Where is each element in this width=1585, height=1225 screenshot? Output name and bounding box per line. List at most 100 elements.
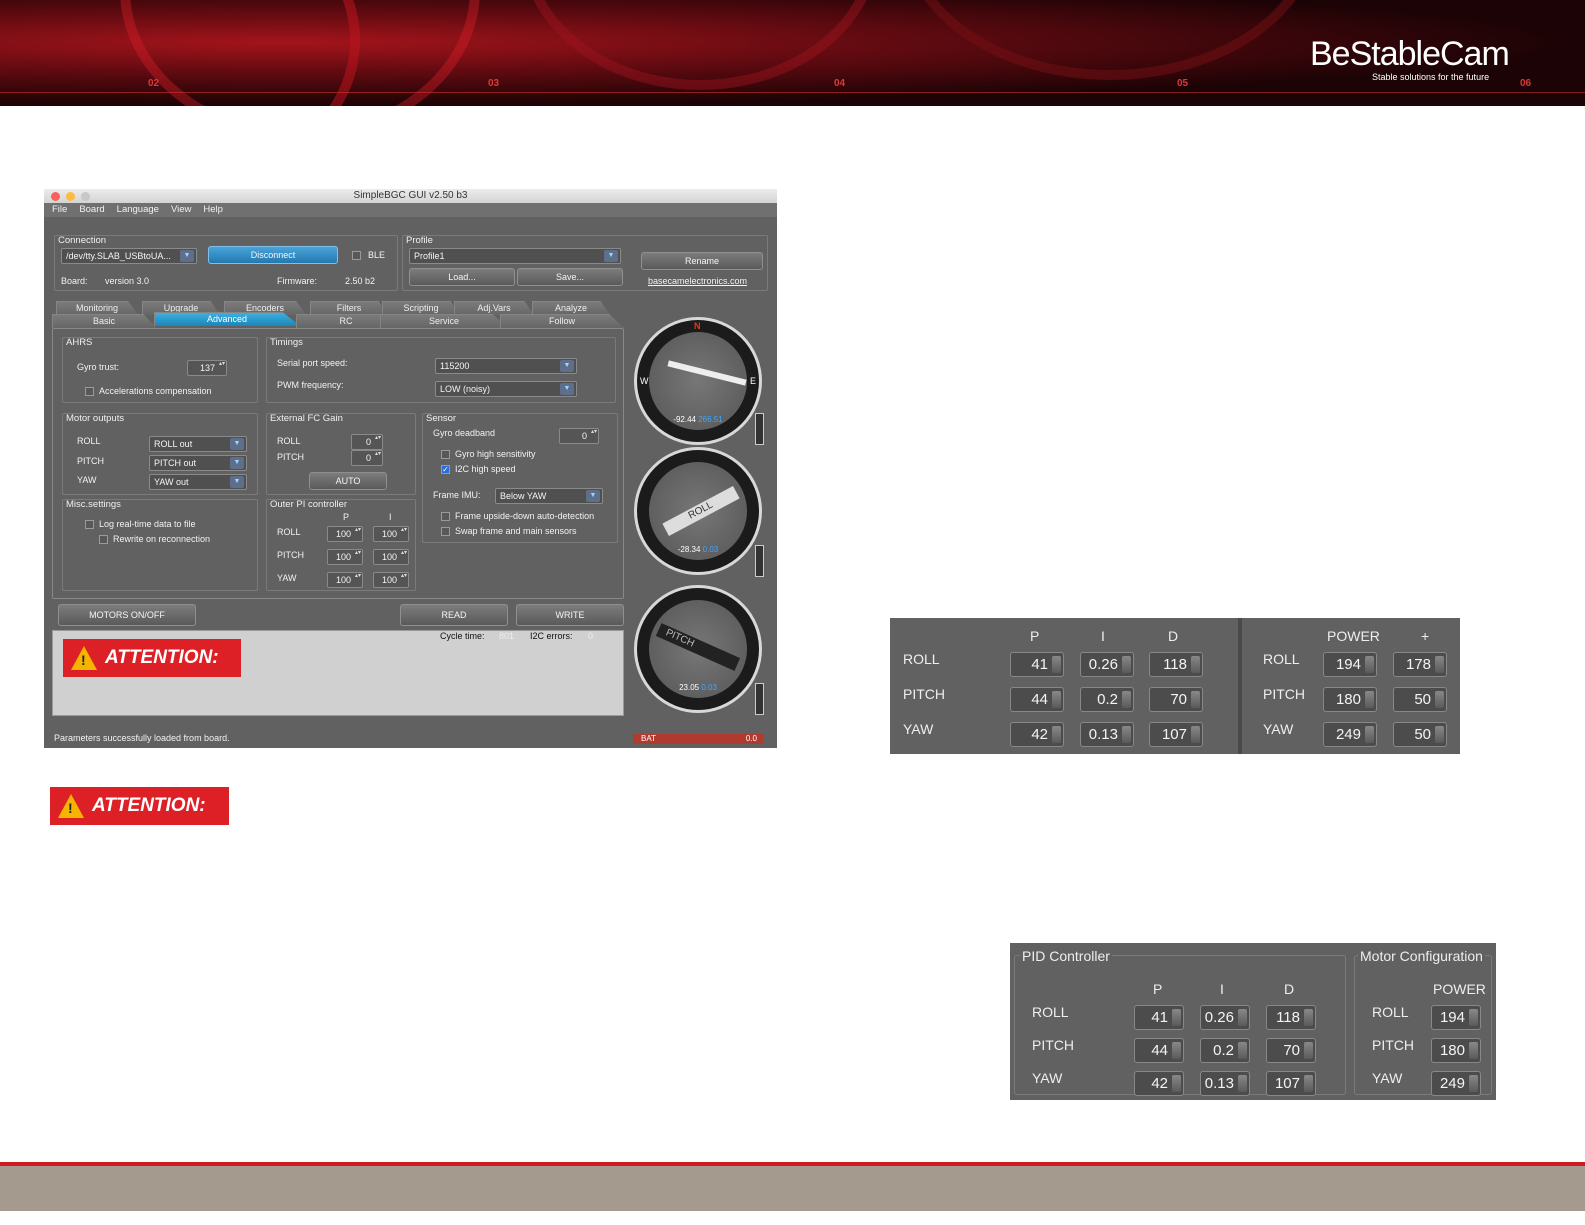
panel-pitch-i[interactable]: 0.2 [1200, 1038, 1250, 1063]
tab-analyze[interactable]: Analyze [532, 301, 610, 315]
simplebgc-window: SimpleBGC GUI v2.50 b3 File Board Langua… [44, 189, 777, 748]
yaw-out-select[interactable]: YAW out ▼ [149, 474, 247, 490]
yaw-angle: -92.44 [673, 415, 696, 424]
serial-speed-select[interactable]: 115200 ▼ [435, 358, 577, 374]
swap-label: Swap frame and main sensors [455, 526, 577, 536]
ext-fc-roll-input[interactable]: 0 [351, 434, 383, 450]
panel-pitch-d[interactable]: 70 [1266, 1038, 1316, 1063]
yaw-power-input[interactable]: 249 [1323, 722, 1377, 747]
menu-language[interactable]: Language [117, 203, 159, 217]
pwm-select[interactable]: LOW (noisy) ▼ [435, 381, 577, 397]
panel-pitch-power[interactable]: 180 [1431, 1038, 1481, 1063]
motors-on-off-button[interactable]: MOTORS ON/OFF [58, 604, 196, 626]
yaw-p-input[interactable]: 42 [1010, 722, 1064, 747]
pitch-p-input[interactable]: 44 [1010, 687, 1064, 712]
ble-checkbox[interactable] [352, 251, 361, 260]
panel-roll-p[interactable]: 41 [1134, 1005, 1184, 1030]
swap-checkbox[interactable] [441, 527, 450, 536]
yaw-d-input[interactable]: 107 [1149, 722, 1203, 747]
roll-p-input[interactable]: 41 [1010, 652, 1064, 677]
yaw-plus-input[interactable]: 50 [1393, 722, 1447, 747]
rewrite-checkbox[interactable] [99, 535, 108, 544]
deadband-input[interactable]: 0 [559, 428, 599, 444]
tab-basic[interactable]: Basic [52, 314, 156, 328]
close-icon[interactable] [51, 192, 60, 201]
ahrs-group: AHRS Gyro trust: 137 Accelerations compe… [62, 337, 258, 403]
misc-title: Misc.settings [66, 499, 121, 510]
tab-monitoring[interactable]: Monitoring [56, 301, 138, 315]
pitch-i-input[interactable]: 0.2 [1080, 687, 1134, 712]
panel-yaw-power[interactable]: 249 [1431, 1071, 1481, 1096]
save-button[interactable]: Save... [517, 268, 623, 286]
pitch-out-select[interactable]: PITCH out ▼ [149, 455, 247, 471]
timings-group: Timings Serial port speed: 115200 ▼ PWM f… [266, 337, 616, 403]
panel-roll-power[interactable]: 194 [1431, 1005, 1481, 1030]
roll-power-input[interactable]: 194 [1323, 652, 1377, 677]
panel-yaw-d[interactable]: 107 [1266, 1071, 1316, 1096]
tab-scripting[interactable]: Scripting [382, 301, 460, 315]
chevron-down-icon: ▼ [586, 490, 600, 502]
pitch-plus-input[interactable]: 50 [1393, 687, 1447, 712]
outer-yaw-i[interactable]: 100 [373, 572, 409, 588]
panel-roll-i[interactable]: 0.26 [1200, 1005, 1250, 1030]
gyro-high-checkbox[interactable] [441, 450, 450, 459]
log-checkbox[interactable] [85, 520, 94, 529]
roll-d-input[interactable]: 118 [1149, 652, 1203, 677]
outer-roll-p[interactable]: 100 [327, 526, 363, 542]
yaw-i-input[interactable]: 0.13 [1080, 722, 1134, 747]
gyro-trust-input[interactable]: 137 [187, 360, 227, 376]
port-select[interactable]: /dev/tty.SLAB_USBtoUA... ▼ [61, 248, 197, 264]
read-button[interactable]: READ [400, 604, 508, 626]
rename-button[interactable]: Rename [641, 252, 763, 270]
disconnect-button[interactable]: Disconnect [208, 246, 338, 264]
pitch-d-input[interactable]: 70 [1149, 687, 1203, 712]
roll-out-select[interactable]: ROLL out ▼ [149, 436, 247, 452]
i2c-high-checkbox[interactable]: ✓ [441, 465, 450, 474]
banner-marker: 04 [834, 78, 846, 89]
profile-select[interactable]: Profile1 ▼ [409, 248, 621, 264]
outer-pitch-i[interactable]: 100 [373, 549, 409, 565]
west-label: W [640, 376, 649, 386]
write-button[interactable]: WRITE [516, 604, 624, 626]
roll-plus-input[interactable]: 178 [1393, 652, 1447, 677]
minimize-icon[interactable] [66, 192, 75, 201]
load-button[interactable]: Load... [409, 268, 515, 286]
panel-yaw-i[interactable]: 0.13 [1200, 1071, 1250, 1096]
chevron-down-icon: ▼ [230, 476, 244, 488]
menu-board[interactable]: Board [79, 203, 104, 217]
roll-readout: -28.34 0.03 [637, 545, 759, 554]
acc-comp-checkbox[interactable] [85, 387, 94, 396]
menu-bar: File Board Language View Help [44, 203, 777, 217]
upside-label: Frame upside-down auto-detection [455, 511, 595, 521]
panel-yaw-p[interactable]: 42 [1134, 1071, 1184, 1096]
auto-button[interactable]: AUTO [309, 472, 387, 490]
frame-imu-select[interactable]: Below YAW ▼ [495, 488, 603, 504]
zoom-icon[interactable] [81, 192, 90, 201]
outer-pitch-p[interactable]: 100 [327, 549, 363, 565]
panel-yaw-label: YAW [1032, 1070, 1063, 1086]
outer-pi-group: Outer PI controller P I ROLL PITCH YAW 1… [266, 499, 416, 591]
panel-pitch-p[interactable]: 44 [1134, 1038, 1184, 1063]
menu-file[interactable]: File [52, 203, 67, 217]
tab-filters[interactable]: Filters [310, 301, 388, 315]
header-i: I [1101, 628, 1105, 644]
roll-i-input[interactable]: 0.26 [1080, 652, 1134, 677]
ext-fc-pitch-input[interactable]: 0 [351, 450, 383, 466]
pitch-readout: 23.05 0.03 [637, 683, 759, 692]
pitch-power-input[interactable]: 180 [1323, 687, 1377, 712]
upside-checkbox[interactable] [441, 512, 450, 521]
outer-roll-i[interactable]: 100 [373, 526, 409, 542]
panel-roll-d[interactable]: 118 [1266, 1005, 1316, 1030]
chevron-down-icon: ▼ [180, 250, 194, 262]
outer-yaw-p[interactable]: 100 [327, 572, 363, 588]
motor-outputs-title: Motor outputs [66, 413, 125, 424]
menu-view[interactable]: View [171, 203, 191, 217]
basecam-link[interactable]: basecamelectronics.com [648, 276, 747, 286]
menu-help[interactable]: Help [203, 203, 223, 217]
row-label-roll: ROLL [903, 651, 940, 667]
tab-advanced[interactable]: Advanced [154, 312, 300, 326]
header-d: D [1168, 628, 1179, 644]
tab-adj-vars[interactable]: Adj.Vars [454, 301, 534, 315]
tab-follow[interactable]: Follow [500, 314, 624, 328]
tab-service[interactable]: Service [380, 314, 508, 328]
